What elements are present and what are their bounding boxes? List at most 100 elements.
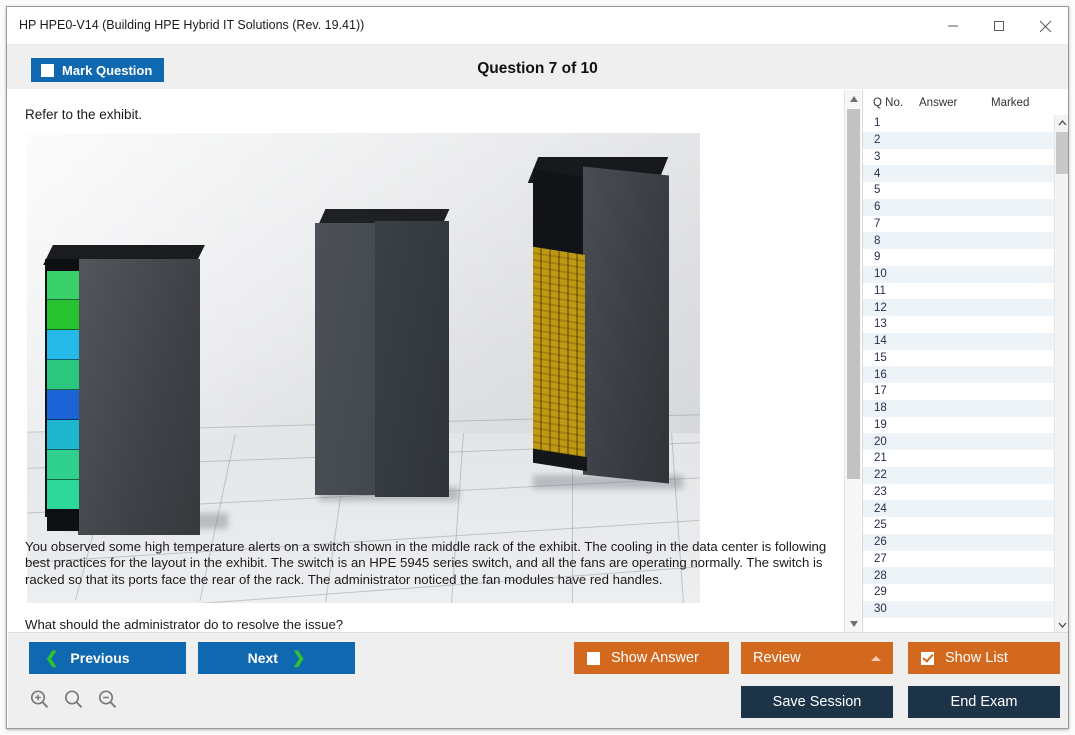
table-row[interactable]: 30 — [863, 600, 1068, 618]
list-scroll-up-icon[interactable] — [1055, 115, 1068, 130]
end-exam-button[interactable]: End Exam — [908, 686, 1060, 718]
table-row[interactable]: 20 — [863, 433, 1068, 450]
previous-button[interactable]: ❮ Previous — [29, 642, 186, 674]
question-list-panel: Q No. Answer Marked 1 2 3 4 5 6 7 8 9 10 11 12 13 14 1… — [862, 90, 1068, 632]
table-row[interactable]: 29 — [863, 584, 1068, 601]
show-answer-checkbox-icon — [587, 651, 600, 665]
row-question-number: 15 — [874, 351, 887, 364]
title-bar: HP HPE0-V14 (Building HPE Hybrid IT Solu… — [7, 7, 1068, 45]
row-question-number: 7 — [874, 217, 881, 230]
question-list-header: Q No. Answer Marked — [863, 90, 1068, 115]
row-question-number: 19 — [874, 418, 887, 431]
row-question-number: 18 — [874, 402, 887, 415]
table-row[interactable]: 23 — [863, 483, 1068, 501]
row-question-number: 30 — [874, 603, 887, 616]
row-question-number: 3 — [874, 150, 881, 163]
previous-label: Previous — [70, 650, 130, 666]
table-row[interactable]: 11 — [863, 282, 1068, 300]
end-exam-label: End Exam — [950, 694, 1018, 710]
table-row[interactable]: 1 — [863, 115, 1068, 132]
exhibit-rack-right — [525, 157, 690, 502]
question-list-body[interactable]: 1 2 3 4 5 6 7 8 9 10 11 12 13 14 15 16 17 18 19 20 21 22 23 24 2… — [863, 115, 1068, 632]
table-row[interactable]: 8 — [863, 232, 1068, 249]
zoom-reset-icon[interactable] — [63, 689, 84, 715]
exhibit-rack-left-modules — [47, 270, 79, 510]
table-row[interactable]: 27 — [863, 550, 1068, 568]
question-list-scrollbar-thumb[interactable] — [1056, 132, 1068, 174]
show-answer-button[interactable]: Show Answer — [574, 642, 729, 674]
column-header-marked: Marked — [991, 96, 1030, 109]
row-question-number: 5 — [874, 184, 881, 197]
minimize-icon[interactable] — [930, 7, 976, 45]
table-row[interactable]: 22 — [863, 466, 1068, 484]
page-title: Question 7 of 10 — [477, 60, 598, 77]
row-question-number: 22 — [874, 469, 887, 482]
zoom-controls — [29, 689, 118, 715]
previous-chevron-icon: ❮ — [45, 650, 59, 667]
bottom-toolbar: ❮ Previous Next ❯ Show Answer Review Sho… — [8, 632, 1068, 728]
question-prompt-text: What should the administrator do to reso… — [25, 617, 344, 632]
row-question-number: 8 — [874, 234, 881, 247]
chevron-up-icon — [871, 655, 881, 661]
exhibit-photo-background — [27, 133, 700, 603]
table-row[interactable]: 3 — [863, 148, 1068, 166]
show-list-checkbox-icon — [921, 651, 934, 665]
table-row[interactable]: 19 — [863, 416, 1068, 434]
table-row[interactable]: 14 — [863, 332, 1068, 350]
show-answer-label: Show Answer — [611, 650, 699, 666]
content-scrollbar-thumb[interactable] — [847, 109, 860, 479]
show-list-label: Show List — [945, 650, 1008, 666]
table-row[interactable]: 28 — [863, 567, 1068, 584]
list-scroll-down-icon[interactable] — [1055, 617, 1068, 632]
row-question-number: 11 — [874, 284, 886, 297]
row-question-number: 2 — [874, 134, 881, 147]
save-session-button[interactable]: Save Session — [741, 686, 893, 718]
table-row[interactable]: 12 — [863, 299, 1068, 316]
table-row[interactable]: 7 — [863, 215, 1068, 233]
row-question-number: 24 — [874, 502, 887, 515]
row-question-number: 6 — [874, 201, 881, 214]
table-row[interactable]: 21 — [863, 450, 1068, 467]
question-content-pane: Refer to the exhibit. You observed some … — [8, 90, 843, 632]
review-dropdown-button[interactable]: Review — [741, 642, 893, 674]
scroll-down-icon[interactable] — [845, 615, 862, 632]
table-row[interactable]: 24 — [863, 500, 1068, 517]
table-row[interactable]: 6 — [863, 198, 1068, 216]
table-row[interactable]: 10 — [863, 265, 1068, 283]
table-row[interactable]: 17 — [863, 383, 1068, 400]
table-row[interactable]: 15 — [863, 349, 1068, 367]
review-label: Review — [753, 650, 801, 666]
show-list-button[interactable]: Show List — [908, 642, 1060, 674]
row-question-number: 9 — [874, 251, 881, 264]
row-question-number: 20 — [874, 435, 887, 448]
zoom-out-icon[interactable] — [97, 689, 118, 715]
table-row[interactable]: 5 — [863, 182, 1068, 199]
zoom-in-icon[interactable] — [29, 689, 50, 715]
row-question-number: 13 — [874, 318, 887, 331]
table-row[interactable]: 13 — [863, 316, 1068, 333]
row-question-number: 28 — [874, 569, 887, 582]
question-list-scrollbar[interactable] — [1054, 115, 1068, 632]
table-row[interactable]: 2 — [863, 131, 1068, 149]
row-question-number: 23 — [874, 485, 887, 498]
maximize-icon[interactable] — [976, 7, 1022, 45]
table-row[interactable]: 4 — [863, 165, 1068, 182]
close-icon[interactable] — [1022, 7, 1068, 45]
table-row[interactable]: 25 — [863, 517, 1068, 534]
table-row[interactable]: 26 — [863, 533, 1068, 551]
row-question-number: 29 — [874, 586, 887, 599]
row-question-number: 4 — [874, 167, 881, 180]
table-row[interactable]: 16 — [863, 366, 1068, 383]
next-chevron-icon: ❯ — [291, 650, 306, 667]
row-question-number: 17 — [874, 385, 887, 398]
table-row[interactable]: 9 — [863, 249, 1068, 266]
exhibit-image[interactable] — [27, 133, 700, 603]
next-button[interactable]: Next ❯ — [198, 642, 355, 674]
window-title: HP HPE0-V14 (Building HPE Hybrid IT Solu… — [19, 18, 365, 32]
exhibit-rack-left — [43, 245, 228, 535]
column-header-answer: Answer — [919, 96, 958, 109]
column-header-qno: Q No. — [873, 96, 904, 109]
table-row[interactable]: 18 — [863, 399, 1068, 417]
content-scrollbar[interactable] — [844, 90, 861, 632]
scroll-up-icon[interactable] — [845, 90, 862, 107]
